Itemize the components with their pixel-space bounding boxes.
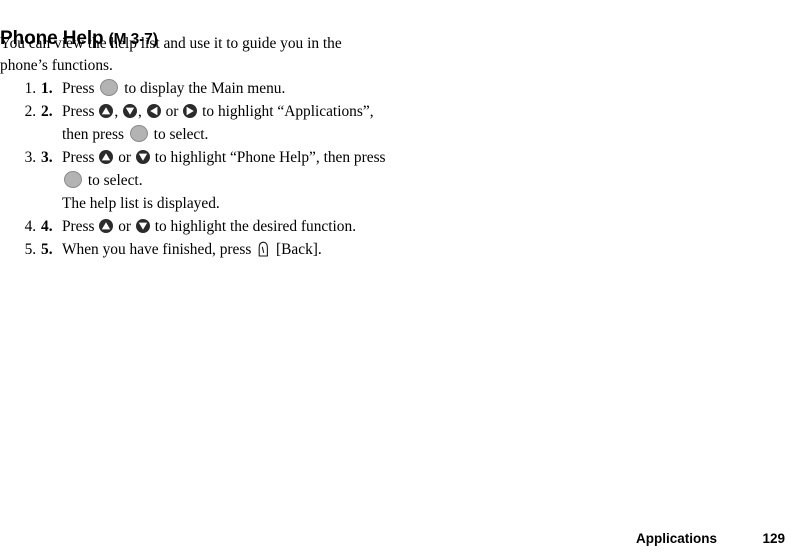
step-line: Press or to highlight “Phone Help”, then… [62, 146, 460, 169]
step-text: Press [62, 218, 99, 235]
step-text: to highlight the desired function. [150, 218, 357, 235]
step-text: to display the Main menu. [120, 80, 286, 97]
step-item: 4. Press or to highlight the desired fun… [40, 215, 460, 238]
footer-section-label: Applications [635, 530, 717, 546]
step-text: , [114, 103, 123, 120]
center-key-icon [129, 125, 148, 142]
step-text: to highlight “Applications”, [198, 103, 374, 120]
nav-up-key-icon [99, 150, 114, 164]
nav-down-key-icon [135, 150, 150, 164]
step-text: to highlight “Phone Help”, then press [150, 149, 386, 166]
step-line: Press , , or to highlight “Applications”… [62, 100, 460, 123]
step-line: Press to display the Main menu. [62, 77, 460, 100]
nav-left-key-icon [146, 104, 161, 118]
step-number: 3. [41, 149, 53, 166]
step-text: to select. [84, 172, 143, 189]
step-text: Press [62, 80, 99, 97]
step-text: Press [62, 149, 99, 166]
step-number: 4. [41, 218, 53, 235]
step-number: 2. [41, 103, 53, 120]
step-item: 2. Press , , or to highlight “Applicatio… [40, 100, 460, 146]
nav-up-key-icon [99, 219, 114, 233]
step-number: 1. [41, 80, 53, 97]
step-body: Press to display the Main menu. [62, 77, 460, 100]
step-text: then press [62, 126, 128, 143]
step-line: When you have finished, press [Back]. [62, 238, 460, 261]
center-key-icon [100, 79, 119, 96]
soft-key-icon [257, 241, 270, 257]
step-body: When you have finished, press [Back]. [62, 238, 460, 261]
step-body: Press or to highlight “Phone Help”, then… [62, 146, 460, 215]
step-number: 5. [41, 241, 53, 258]
step-body: Press or to highlight the desired functi… [62, 215, 460, 238]
nav-down-key-icon [135, 219, 150, 233]
step-list: 1. Press to display the Main menu. 2. Pr… [0, 77, 460, 261]
step-line: then press to select. [62, 123, 460, 146]
step-text: Press [62, 103, 99, 120]
page-footer: Applications 129 [0, 529, 785, 547]
step-text: , [138, 103, 146, 120]
step-item: 1. Press to display the Main menu. [40, 77, 460, 100]
center-key-icon [64, 171, 82, 188]
step-text: or [114, 218, 135, 235]
nav-down-key-icon [123, 104, 138, 118]
nav-up-key-icon [99, 104, 114, 118]
step-text: [Back]. [272, 241, 322, 258]
step-text: to select. [149, 126, 209, 143]
step-text: or [161, 103, 183, 120]
step-line: to select. [62, 169, 460, 192]
step-text: or [114, 149, 135, 166]
step-text: When you have finished, press [62, 241, 256, 258]
footer-page-number: 129 [762, 530, 785, 546]
step-note: The help list is displayed. [62, 195, 220, 212]
nav-right-key-icon [183, 104, 198, 118]
step-item: 3. Press or to highlight “Phone Help”, t… [40, 146, 460, 215]
step-body: Press , , or to highlight “Applications”… [62, 100, 460, 146]
step-line: Press or to highlight the desired functi… [62, 215, 460, 238]
intro-paragraph: You can view the help list and use it to… [0, 35, 342, 75]
step-item: 5. When you have finished, press [Back]. [40, 238, 460, 261]
